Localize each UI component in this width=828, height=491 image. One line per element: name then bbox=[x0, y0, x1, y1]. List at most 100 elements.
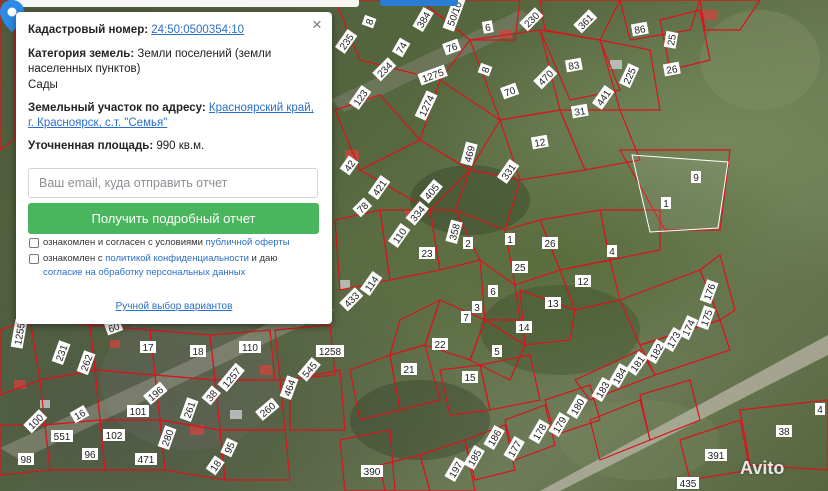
svg-text:1: 1 bbox=[663, 199, 669, 210]
parcel-number-label: 361 bbox=[573, 9, 598, 34]
parcel-number-label: 433 bbox=[339, 287, 364, 312]
avito-watermark: Avito bbox=[740, 458, 785, 478]
land-category-row: Категория земель: Земли поселений (земли… bbox=[28, 47, 316, 77]
parcel-number-label: 230 bbox=[519, 7, 544, 32]
svg-text:13: 13 bbox=[547, 299, 559, 310]
address-row: Земельный участок по адресу: Красноярски… bbox=[28, 101, 316, 131]
parcel-number-label: 6 bbox=[488, 285, 498, 298]
parcel-number-label: 26 bbox=[542, 237, 558, 250]
land-category-sub: Сады bbox=[28, 79, 58, 91]
svg-text:6: 6 bbox=[490, 287, 496, 298]
svg-text:12: 12 bbox=[577, 277, 589, 288]
svg-text:4: 4 bbox=[609, 247, 615, 258]
privacy-consent-checkbox[interactable] bbox=[29, 254, 39, 264]
parcel-number-label: 13 bbox=[545, 297, 561, 310]
parcel-number-label: 262 bbox=[76, 350, 96, 376]
svg-text:1: 1 bbox=[507, 235, 513, 246]
parcel-number-label: 25 bbox=[512, 261, 528, 274]
parcel-number-label: 197 bbox=[444, 456, 466, 483]
parcel-number-label: 5 bbox=[492, 345, 502, 358]
personal-data-consent-link[interactable]: согласие на обработку персональных данны… bbox=[43, 267, 245, 278]
svg-text:1258: 1258 bbox=[319, 347, 342, 358]
svg-text:38: 38 bbox=[778, 427, 790, 438]
parcel-number-label: 21 bbox=[401, 363, 417, 376]
parcel-number-label: 8 bbox=[361, 14, 377, 29]
svg-text:98: 98 bbox=[20, 455, 32, 466]
svg-text:96: 96 bbox=[84, 450, 96, 461]
svg-text:26: 26 bbox=[544, 239, 556, 250]
manual-selection-link[interactable]: Ручной выбор вариантов bbox=[116, 301, 233, 312]
svg-text:25: 25 bbox=[514, 263, 526, 274]
parcel-number-label: 7 bbox=[461, 311, 471, 324]
parcel-number-label: 114 bbox=[359, 270, 383, 296]
parcel-number-label: 8 bbox=[477, 62, 493, 77]
svg-text:9: 9 bbox=[693, 173, 699, 184]
svg-text:3: 3 bbox=[474, 303, 480, 314]
cadastral-number-label: Кадастровый номер: bbox=[28, 24, 149, 36]
svg-text:17: 17 bbox=[142, 343, 154, 354]
search-bar-edge bbox=[14, 0, 359, 7]
svg-text:15: 15 bbox=[464, 373, 476, 384]
cadastral-number-link[interactable]: 24:50:0500354:10 bbox=[151, 24, 244, 36]
parcel-number-label: 12 bbox=[530, 134, 549, 150]
svg-text:7: 7 bbox=[463, 313, 469, 324]
parcel-info-popup: × Кадастровый номер: 24:50:0500354:10 Ка… bbox=[16, 12, 332, 324]
svg-text:23: 23 bbox=[421, 249, 433, 260]
parcel-number-label: 23 bbox=[419, 247, 435, 260]
parcel-number-label: 176 bbox=[699, 279, 719, 305]
parcel-number-label: 1258 bbox=[316, 345, 344, 358]
privacy-consent-mid: и даю bbox=[248, 253, 278, 264]
offer-consent-text: ознакомлен и согласен с условиями bbox=[43, 237, 206, 248]
parcel-number-label: 178 bbox=[528, 418, 550, 445]
parcel-number-label: 110 bbox=[387, 222, 411, 248]
parcel-number-label: 464 bbox=[279, 375, 299, 401]
offer-consent-label: ознакомлен и согласен с условиями публич… bbox=[43, 236, 320, 250]
svg-text:551: 551 bbox=[54, 432, 71, 443]
parcel-number-label: 101 bbox=[127, 405, 149, 418]
parcel-number-label: 4 bbox=[607, 245, 617, 258]
svg-text:2: 2 bbox=[465, 239, 471, 250]
parcel-number-label: 4 bbox=[815, 403, 825, 416]
search-button-edge[interactable] bbox=[380, 0, 458, 6]
selected-parcel-outline[interactable] bbox=[631, 154, 729, 233]
parcel-number-label: 83 bbox=[564, 57, 583, 73]
svg-text:390: 390 bbox=[364, 467, 381, 478]
parcel-number-label: 98 bbox=[18, 453, 34, 466]
svg-text:102: 102 bbox=[106, 431, 123, 442]
parcel-number-label: 225 bbox=[619, 63, 640, 89]
parcel-number-label: 1 bbox=[505, 233, 515, 246]
svg-text:21: 21 bbox=[403, 365, 415, 376]
parcel-number-label: 551 bbox=[51, 430, 73, 443]
parcel-number-label: 2 bbox=[463, 237, 473, 250]
svg-text:14: 14 bbox=[518, 323, 530, 334]
parcel-number-label: 96 bbox=[82, 448, 98, 461]
parcel-number-label: 12 bbox=[575, 275, 591, 288]
parcel-number-label: 15 bbox=[462, 371, 478, 384]
parcel-number-label: 235 bbox=[334, 28, 358, 54]
parcel-number-label: 14 bbox=[516, 321, 532, 334]
offer-consent-checkbox[interactable] bbox=[29, 238, 39, 248]
public-offer-link[interactable]: публичной оферты bbox=[206, 237, 290, 248]
parcel-number-label: 469 bbox=[460, 141, 478, 166]
privacy-policy-link[interactable]: политикой конфиденциальности bbox=[105, 253, 249, 264]
parcel-number-label: 390 bbox=[361, 465, 383, 478]
email-input[interactable] bbox=[28, 168, 318, 198]
land-category-label: Категория земель: bbox=[28, 48, 135, 60]
svg-text:435: 435 bbox=[680, 479, 697, 490]
parcel-number-label: 3 bbox=[472, 301, 482, 314]
svg-text:22: 22 bbox=[434, 340, 446, 351]
area-label: Уточненная площадь: bbox=[28, 140, 154, 152]
svg-text:18: 18 bbox=[192, 347, 204, 358]
manual-selection-row: Ручной выбор вариантов bbox=[16, 301, 332, 312]
get-report-button[interactable]: Получить подробный отчет bbox=[28, 203, 319, 234]
parcel-number-label: 421 bbox=[367, 174, 391, 200]
svg-text:101: 101 bbox=[130, 407, 147, 418]
svg-text:4: 4 bbox=[817, 405, 823, 416]
svg-text:110: 110 bbox=[242, 343, 258, 354]
parcel-number-label: 9 bbox=[691, 171, 701, 184]
svg-text:471: 471 bbox=[138, 455, 155, 466]
parcel-number-label: 86 bbox=[630, 21, 649, 37]
parcel-number-label: 25 bbox=[663, 30, 679, 49]
parcel-number-label: 231 bbox=[51, 340, 71, 366]
parcel-number-label: 102 bbox=[103, 429, 125, 442]
